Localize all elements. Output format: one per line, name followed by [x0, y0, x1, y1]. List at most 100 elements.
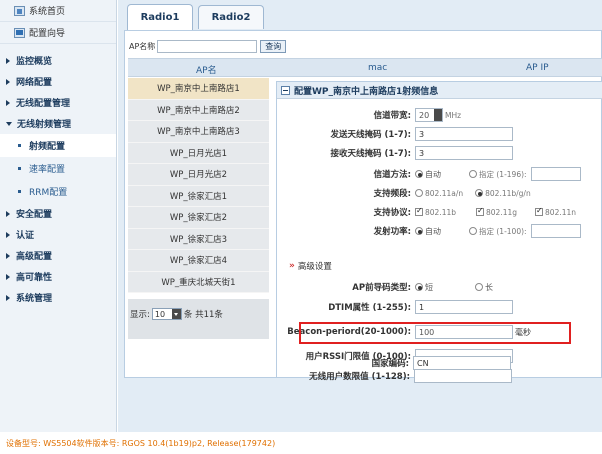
band-bgn-label: 802.11b/g/n [485, 188, 531, 198]
sidebar-section-auth[interactable]: 认证 [0, 224, 116, 245]
rx-chain-input[interactable]: 3 [415, 146, 513, 160]
dropdown-arrow-icon [171, 309, 181, 319]
chevron-right-icon [6, 78, 10, 85]
protocol-row: 支持协议: 802.11b 802.11g 802.11n [277, 203, 602, 221]
page-size-select[interactable]: 10 [151, 308, 182, 320]
sidebar-section-network[interactable]: 网络配置 [0, 71, 116, 92]
sidebar-section-label: 安全配置 [16, 210, 53, 220]
dtim-row: DTIM属性 (1-255): 1 [277, 298, 602, 316]
collapse-icon[interactable] [281, 85, 290, 95]
sidebar-section-advanced[interactable]: 高级配置 [0, 245, 116, 266]
sidebar-item-home[interactable]: 系统首页 [0, 0, 116, 22]
country-label: 国家编码: [371, 359, 409, 369]
pager-prefix: 显示: [130, 310, 150, 320]
band-a-label: 802.11a/n [425, 188, 464, 198]
tab-bar: Radio1 Radio2 [118, 0, 602, 30]
main-area: Radio1 Radio2 AP名称 查询 AP名 mac AP IP WP_南… [118, 0, 602, 432]
ap-list-item[interactable]: WP_日月光店1 [128, 142, 269, 164]
sidebar: 系统首页 配置向导 监控概览 网络配置 无线配置管理 无线射频管理 射频配置 速… [0, 0, 117, 432]
pager-suffix: 条 共11条 [183, 310, 223, 320]
power-manual-input[interactable] [530, 224, 581, 238]
preamble-long-radio[interactable] [475, 283, 483, 291]
power-manual-label: 指定 (1-100): [479, 226, 527, 236]
tx-chain-input[interactable]: 3 [415, 127, 513, 141]
sidebar-section-wireless[interactable]: 无线配置管理 [0, 92, 116, 113]
sidebar-section-system[interactable]: 系统管理 [0, 287, 116, 308]
ap-list-item[interactable]: WP_南京中上南路店1 [128, 78, 269, 100]
band-bgn-radio[interactable] [475, 189, 484, 197]
ap-list-item[interactable]: WP_徐家汇店1 [128, 185, 269, 207]
channel-mode-row: 信道方法: 自动 指定 (1-196): [277, 165, 602, 183]
ap-list-item[interactable]: WP_徐家汇店4 [128, 250, 269, 272]
band-row: 支持频段: 802.11a/n 802.11b/g/n [277, 184, 602, 202]
search-row: AP名称 查询 [129, 39, 287, 53]
sidebar-section-label: 认证 [16, 231, 35, 241]
sidebar-section-label: 无线射频管理 [17, 120, 72, 130]
sidebar-section-label: 系统管理 [16, 294, 53, 304]
ap-list-item[interactable]: WP_南京中上南路店3 [128, 121, 269, 143]
chevron-down-icon [6, 121, 12, 126]
beacon-highlight-box [299, 322, 571, 344]
sidebar-section-label: 高级配置 [16, 252, 53, 262]
sidebar-item-radio-config[interactable]: 射频配置 [0, 134, 116, 157]
preamble-short-radio[interactable] [415, 283, 423, 291]
chevron-right-icon [6, 273, 10, 280]
config-panel-header[interactable]: 配置WP_南京中上南路店1射频信息 [277, 82, 602, 99]
channel-auto-radio[interactable] [415, 170, 423, 178]
ap-list-item[interactable]: WP_徐家汇店2 [128, 207, 269, 229]
channel-manual-radio[interactable] [469, 170, 477, 178]
column-header-ap-name[interactable]: AP名 [196, 63, 217, 76]
tab-radio2[interactable]: Radio2 [198, 5, 264, 29]
band-a-radio[interactable] [415, 189, 423, 197]
sidebar-section-security[interactable]: 安全配置 [0, 203, 116, 224]
column-header-mac[interactable]: mac [368, 63, 387, 73]
protocol-g-checkbox[interactable] [476, 206, 485, 216]
query-button[interactable]: 查询 [260, 39, 287, 53]
tx-chain-row: 发送天线掩码 (1-7): 3 [277, 125, 602, 143]
sidebar-section-reliability[interactable]: 高可靠性 [0, 266, 116, 287]
chevron-right-icon [6, 252, 10, 259]
channel-manual-label: 指定 (1-196): [479, 169, 527, 179]
double-chevron-icon: » [289, 261, 295, 271]
country-input[interactable]: CN [413, 356, 511, 370]
ap-list-item[interactable]: WP_日月光店2 [128, 164, 269, 186]
power-manual-radio[interactable] [469, 227, 477, 235]
channel-auto-label: 自动 [425, 169, 441, 179]
protocol-b-checkbox[interactable] [415, 206, 423, 216]
sidebar-item-label: 速率配置 [29, 165, 66, 175]
column-header-ap-ip[interactable]: AP IP [526, 63, 549, 73]
preamble-short-label: 短 [425, 282, 433, 292]
sidebar-item-rate-config[interactable]: 速率配置 [0, 157, 116, 180]
power-auto-radio[interactable] [415, 227, 423, 235]
band-label: 支持频段: [373, 189, 411, 199]
channel-width-value: 20 [419, 110, 430, 120]
sidebar-item-label: 配置向导 [29, 29, 66, 39]
sidebar-item-wizard[interactable]: 配置向导 [0, 22, 116, 44]
sidebar-section-radio[interactable]: 无线射频管理 [0, 113, 116, 134]
channel-manual-input[interactable] [530, 167, 581, 181]
ap-list-item[interactable]: WP_重庆北城天街1 [128, 271, 269, 293]
channel-width-unit: MHz [445, 110, 462, 120]
ap-list-item[interactable]: WP_南京中上南路店2 [128, 99, 269, 121]
dtim-input[interactable]: 1 [415, 300, 513, 314]
sidebar-item-label: 系统首页 [29, 7, 66, 17]
tx-chain-label: 发送天线掩码 (1-7): [330, 130, 412, 140]
channel-mode-label: 信道方法: [373, 170, 411, 180]
sidebar-section-label: 监控概览 [16, 57, 53, 67]
chevron-right-icon [6, 57, 10, 64]
chevron-right-icon [6, 294, 10, 301]
advanced-settings-toggle[interactable]: » 高级设置 [289, 260, 332, 272]
protocol-label: 支持协议: [373, 208, 411, 218]
channel-width-select[interactable]: 20 [415, 108, 443, 122]
ap-name-search-input[interactable] [157, 39, 258, 53]
protocol-b-label: 802.11b [425, 207, 457, 217]
sidebar-item-rrm-config[interactable]: RRM配置 [0, 180, 116, 203]
config-panel-title: 配置WP_南京中上南路店1射频信息 [294, 86, 439, 97]
sidebar-item-label: RRM配置 [29, 188, 68, 198]
power-auto-label: 自动 [425, 226, 441, 236]
ap-list: WP_南京中上南路店1 WP_南京中上南路店2 WP_南京中上南路店3 WP_日… [128, 78, 269, 293]
tab-radio1[interactable]: Radio1 [127, 4, 193, 30]
protocol-n-checkbox[interactable] [535, 206, 544, 216]
ap-list-item[interactable]: WP_徐家汇店3 [128, 228, 269, 250]
sidebar-section-monitor[interactable]: 监控概览 [0, 50, 116, 71]
